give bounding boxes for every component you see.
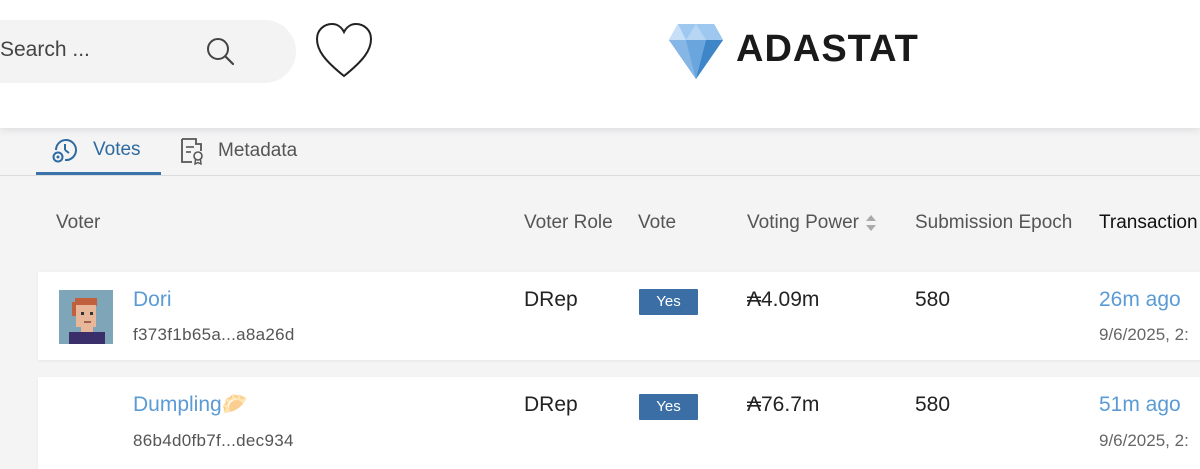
vote-badge: Yes (639, 394, 698, 420)
avatar[interactable] (59, 290, 113, 344)
vote-badge: Yes (639, 289, 698, 315)
transaction-time-link[interactable]: 51m ago (1099, 393, 1181, 417)
column-header-vote: Vote (638, 212, 677, 233)
transaction-date: 9/6/2025, 2: (1099, 431, 1189, 450)
table-row: Dori f373f1b65a...a8a26d DRep Yes ₳4.09m… (38, 272, 1200, 360)
column-header-voter-role: Voter Role (524, 212, 613, 233)
search-icon[interactable] (205, 36, 235, 66)
diamond-logo-icon[interactable] (668, 22, 724, 80)
search-input[interactable]: Search ... (0, 38, 90, 62)
voter-role: DRep (524, 393, 578, 416)
search-bar[interactable]: Search ... (0, 20, 296, 83)
column-header-voter: Voter (56, 212, 101, 233)
top-header: Search ... ADASTAT (0, 0, 1200, 128)
voter-id[interactable]: 86b4d0fb7f...dec934 (133, 431, 294, 451)
table-row: Dumpling🥟 86b4d0fb7f...dec934 DRep Yes ₳… (38, 377, 1200, 469)
column-header-submission-epoch: Submission Epoch (915, 212, 1073, 233)
tab-metadata-label: Metadata (218, 140, 298, 161)
clock-gear-icon (51, 136, 79, 164)
brand-name[interactable]: ADASTAT (736, 28, 919, 71)
voter-name-link[interactable]: Dumpling🥟 (133, 393, 248, 417)
voting-power: ₳76.7m (747, 393, 820, 416)
transaction-date: 9/6/2025, 2: (1099, 325, 1189, 344)
voter-role: DRep (524, 288, 578, 311)
column-header-transaction: Transaction (1099, 212, 1198, 233)
submission-epoch: 580 (915, 288, 951, 311)
voter-id[interactable]: f373f1b65a...a8a26d (133, 325, 295, 345)
column-header-voting-power[interactable]: Voting Power (747, 212, 877, 234)
tab-votes-label: Votes (93, 139, 141, 160)
heart-icon[interactable] (314, 22, 374, 80)
submission-epoch: 580 (915, 393, 951, 416)
transaction-time-link[interactable]: 26m ago (1099, 288, 1181, 312)
sort-icon[interactable] (865, 214, 877, 232)
voting-power: ₳4.09m (747, 288, 820, 311)
document-badge-icon (180, 137, 206, 165)
tab-votes[interactable]: Votes (36, 128, 161, 175)
voter-name-link[interactable]: Dori (133, 288, 172, 312)
voting-power-label: Voting Power (747, 212, 859, 233)
tab-bar: Votes Metadata (0, 128, 1200, 176)
tab-metadata[interactable]: Metadata (180, 128, 297, 174)
